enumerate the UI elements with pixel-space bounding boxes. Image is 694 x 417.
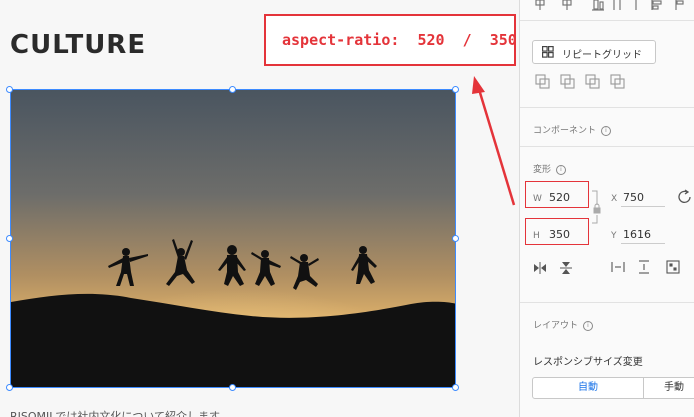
- resize-handle-w[interactable]: [6, 235, 13, 242]
- grid-icon: [542, 46, 554, 58]
- manual-mode-button[interactable]: 手動: [644, 378, 694, 398]
- resize-handle-n[interactable]: [229, 86, 236, 93]
- auto-mode-button[interactable]: 自動: [533, 378, 644, 398]
- x-field[interactable]: 750: [623, 191, 644, 204]
- aspect-ratio-code: aspect-ratio: 520 / 350;: [282, 31, 519, 49]
- component-section-title: コンポーネント i: [533, 123, 612, 136]
- rotate-icon[interactable]: [677, 189, 693, 205]
- height-label: H: [533, 231, 540, 241]
- info-icon[interactable]: i: [556, 164, 567, 175]
- width-field[interactable]: 520: [549, 191, 570, 204]
- responsive-mode-toggle[interactable]: 自動 手動: [532, 377, 694, 399]
- design-canvas[interactable]: CULTURE aspect-ratio: 520 / 350; RISOMIL…: [0, 0, 519, 417]
- property-inspector: リピートグリッド コンポーネント i 変形 i W 520 H 350 X 750 …: [519, 0, 694, 417]
- resize-handle-nw[interactable]: [6, 86, 13, 93]
- align-toolbar-icons[interactable]: [534, 0, 684, 14]
- boolean-ops-icons[interactable]: [535, 74, 655, 92]
- resize-handle-se[interactable]: [452, 384, 459, 391]
- repeat-grid-label: リピートグリッド: [562, 50, 642, 61]
- repeat-grid-button[interactable]: リピートグリッド: [532, 40, 656, 64]
- info-icon[interactable]: i: [583, 320, 594, 331]
- lock-aspect-icon[interactable]: [591, 189, 601, 225]
- responsive-resize-label: レスポンシブサイズ変更: [533, 357, 643, 368]
- resize-handle-e[interactable]: [452, 235, 459, 242]
- selected-photo[interactable]: [10, 89, 456, 388]
- resize-handle-sw[interactable]: [6, 384, 13, 391]
- y-field[interactable]: 1616: [623, 228, 651, 241]
- transform-title-text: 変形: [533, 165, 552, 175]
- layout-section-title: レイアウト i: [533, 318, 594, 331]
- height-field[interactable]: 350: [549, 228, 570, 241]
- transform-section-title: 変形 i: [533, 162, 567, 175]
- info-icon[interactable]: i: [601, 125, 612, 136]
- resize-handle-s[interactable]: [229, 384, 236, 391]
- layout-title-text: レイアウト: [533, 321, 579, 331]
- resize-handle-ne[interactable]: [452, 86, 459, 93]
- page-caption: RISOMILでは社内文化について紹介します。: [10, 410, 230, 417]
- component-title-text: コンポーネント: [533, 126, 597, 136]
- y-label: Y: [611, 231, 617, 241]
- flip-icons[interactable]: [533, 261, 573, 275]
- width-label: W: [533, 194, 542, 204]
- distribute-icons[interactable]: [611, 260, 691, 276]
- culture-heading: CULTURE: [10, 30, 147, 60]
- sunset-silhouette-image: [11, 90, 455, 387]
- x-label: X: [611, 194, 618, 204]
